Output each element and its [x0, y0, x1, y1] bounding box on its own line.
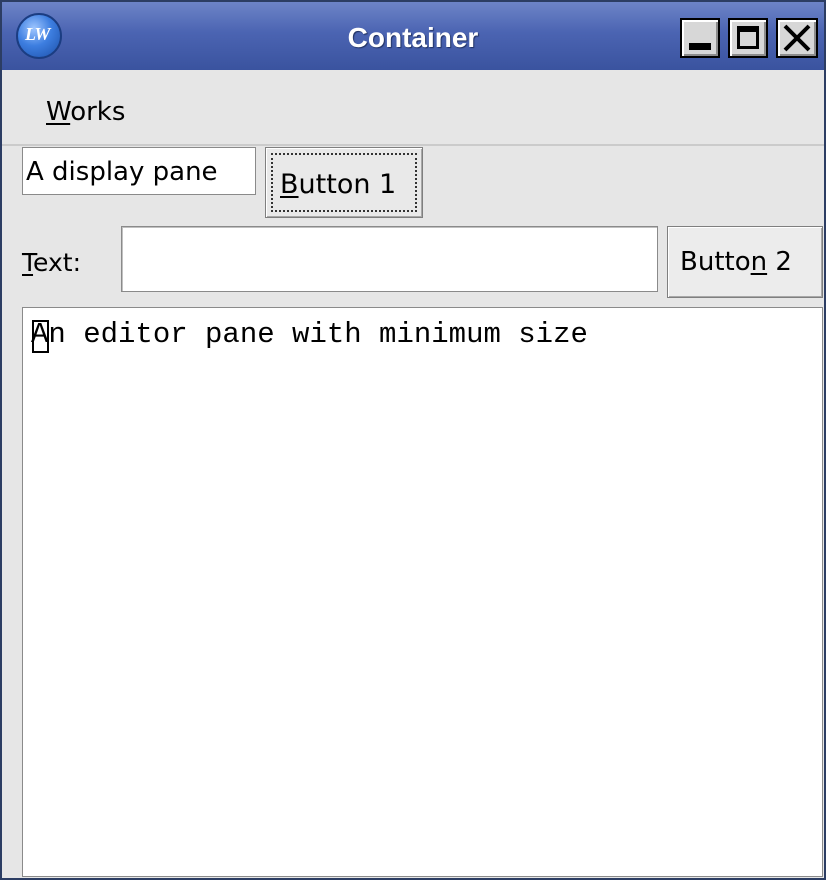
- button-1[interactable]: Button 1: [265, 147, 423, 218]
- text-label-mnemonic: T: [22, 248, 34, 277]
- menu-bar: Works: [2, 70, 824, 146]
- button-2-label-start: Butto: [680, 247, 751, 277]
- text-label-rest: ext:: [33, 248, 81, 277]
- app-window: LW Container Works A display pane Button…: [0, 0, 826, 880]
- editor-pane[interactable]: An editor pane with minimum size: [22, 307, 823, 877]
- display-pane: A display pane: [22, 147, 256, 195]
- button-1-mnemonic: B: [280, 169, 299, 200]
- close-icon: [783, 24, 811, 52]
- menu-works-label: orks: [70, 97, 126, 127]
- title-bar[interactable]: LW Container: [2, 2, 824, 70]
- menu-item-works[interactable]: Works: [46, 97, 125, 127]
- close-button[interactable]: [776, 18, 818, 58]
- editor-content: An editor pane with minimum size: [31, 318, 588, 351]
- display-pane-text: A display pane: [26, 157, 218, 187]
- menu-works-mnemonic: W: [46, 97, 71, 127]
- text-field-label: Text:: [22, 248, 81, 277]
- button-2-label-end: 2: [767, 247, 792, 277]
- text-input[interactable]: [121, 226, 658, 292]
- text-caret: [32, 320, 49, 353]
- minimize-icon: [689, 43, 711, 50]
- minimize-button[interactable]: [680, 18, 720, 58]
- button-2-mnemonic: n: [750, 247, 768, 277]
- maximize-icon: [737, 26, 759, 49]
- button-2[interactable]: Button 2: [667, 226, 823, 298]
- button-1-label: utton 1: [298, 169, 397, 200]
- maximize-button[interactable]: [728, 18, 768, 58]
